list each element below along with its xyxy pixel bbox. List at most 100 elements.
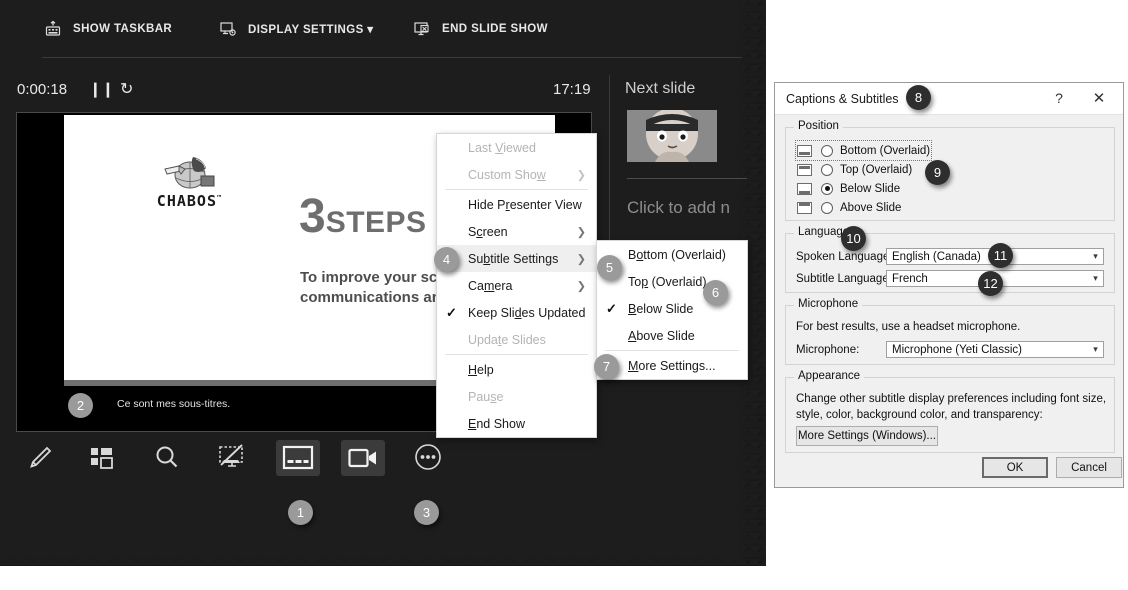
checkmark-icon: ✓ xyxy=(606,300,617,316)
position-top-overlaid-label: Top (Overlaid) xyxy=(840,163,913,176)
position-bottom-overlaid-radio[interactable] xyxy=(821,144,833,157)
menu-item-above-slide[interactable]: Above Slide xyxy=(597,322,747,349)
slide-title-number: 3 xyxy=(299,190,326,243)
position-bottom-overlaid-icon xyxy=(797,144,812,157)
more-settings-windows-label: More Settings (Windows)... xyxy=(797,430,937,442)
microphone-value: Microphone (Yeti Classic) xyxy=(892,343,1022,356)
presenter-context-menu: Last Viewed Custom Show ❯ Hide Presenter Vi… xyxy=(436,133,597,438)
restart-timer-button[interactable]: ↻ xyxy=(120,79,133,99)
slide-title-word: STEPS xyxy=(325,206,427,239)
menu-item-subtitle-settings[interactable]: Subtitle Settings ❯ xyxy=(437,245,596,272)
menu-item-label: End Show xyxy=(468,416,525,431)
menu-separator xyxy=(445,354,588,355)
menu-item-end-show[interactable]: End Show xyxy=(437,410,596,437)
next-slide-thumbnail[interactable] xyxy=(627,110,717,162)
position-bottom-overlaid-label: Bottom (Overlaid) xyxy=(840,144,931,157)
position-above-slide-icon xyxy=(797,201,812,214)
ok-button[interactable]: OK xyxy=(982,457,1048,478)
display-settings-label: DISPLAY SETTINGS ▾ xyxy=(248,24,374,36)
subtitles-icon[interactable] xyxy=(276,440,320,476)
subtitle-language-label: Subtitle Language: xyxy=(796,273,892,285)
display-settings-button[interactable]: DISPLAY SETTINGS ▾ xyxy=(218,19,373,39)
position-group: Position Bottom (Overlaid) Top (Overlaid… xyxy=(785,120,1115,221)
menu-item-camera[interactable]: Camera ❯ xyxy=(437,272,596,299)
position-above-slide-radio[interactable] xyxy=(821,201,833,214)
notes-divider-rule xyxy=(627,178,747,179)
menu-item-label: Screen xyxy=(468,224,508,239)
zoom-icon[interactable] xyxy=(145,440,189,476)
annotation-badge-1: 1 xyxy=(288,500,313,525)
menu-item-screen[interactable]: Screen ❯ xyxy=(437,218,596,245)
chevron-right-icon: ❯ xyxy=(576,280,586,292)
spoken-language-value: English (Canada) xyxy=(892,250,981,263)
position-option-bottom-overlaid[interactable]: Bottom (Overlaid) xyxy=(794,140,933,161)
appearance-description: Change other subtitle display preference… xyxy=(796,393,1107,421)
annotation-badge-8: 8 xyxy=(906,85,931,110)
menu-item-update-slides: Update Slides xyxy=(437,326,596,353)
chevron-down-icon[interactable]: ▾ xyxy=(1088,342,1103,357)
annotation-badge-5: 5 xyxy=(597,255,622,280)
annotation-badge-4: 4 xyxy=(434,247,459,272)
chabos-logo-mark xyxy=(160,153,218,191)
pause-timer-button[interactable]: ❙❙ xyxy=(89,80,114,98)
menu-item-label: Last Viewed xyxy=(468,140,536,155)
microphone-group-label: Microphone xyxy=(794,298,863,310)
menu-item-label: Top (Overlaid) xyxy=(628,274,707,289)
camera-icon[interactable] xyxy=(341,440,385,476)
menu-separator xyxy=(445,189,588,190)
menu-item-label: Above Slide xyxy=(628,328,695,343)
menu-item-label: Help xyxy=(468,362,494,377)
cancel-button[interactable]: Cancel xyxy=(1056,457,1122,478)
dialog-title: Captions & Subtitles xyxy=(786,92,899,106)
show-taskbar-button[interactable]: SHOW TASKBAR xyxy=(43,19,172,39)
presenter-bottom-toolbar xyxy=(0,440,742,500)
menu-item-hide-presenter-view[interactable]: Hide Presenter View xyxy=(437,191,596,218)
chevron-down-icon[interactable]: ▾ xyxy=(1088,249,1103,264)
live-caption-text: Ce sont mes sous-titres. xyxy=(117,398,231,410)
annotation-badge-7: 7 xyxy=(594,354,619,379)
clock-time: 17:19 xyxy=(553,81,591,98)
black-screen-icon[interactable] xyxy=(210,440,254,476)
annotation-badge-2: 2 xyxy=(68,393,93,418)
menu-item-more-settings[interactable]: More Settings... xyxy=(597,352,747,379)
menu-item-help[interactable]: Help xyxy=(437,356,596,383)
toolbar-divider xyxy=(42,57,742,58)
show-taskbar-label: SHOW TASKBAR xyxy=(73,23,173,35)
next-slide-label: Next slide xyxy=(625,80,696,97)
help-icon[interactable]: ? xyxy=(1049,90,1069,106)
chevron-down-icon[interactable]: ▾ xyxy=(1088,271,1103,286)
position-top-overlaid-radio[interactable] xyxy=(821,163,833,176)
microphone-select[interactable]: Microphone (Yeti Classic) ▾ xyxy=(886,341,1104,358)
annotation-badge-11: 11 xyxy=(988,243,1013,268)
pen-icon[interactable] xyxy=(17,440,61,476)
position-below-slide-label: Below Slide xyxy=(840,182,901,195)
more-options-icon[interactable] xyxy=(406,440,450,476)
chevron-right-icon: ❯ xyxy=(576,226,586,238)
position-below-slide-radio[interactable] xyxy=(821,182,833,195)
more-settings-windows-button[interactable]: More Settings (Windows)... xyxy=(796,426,938,446)
annotation-badge-9: 9 xyxy=(925,160,950,185)
chevron-right-icon: ❯ xyxy=(576,253,586,265)
dialog-title-bar: Captions & Subtitles ? ✕ xyxy=(775,83,1123,115)
end-slide-show-button[interactable]: END SLIDE SHOW xyxy=(412,19,548,39)
position-option-above-slide[interactable]: Above Slide xyxy=(797,199,901,216)
menu-item-label: Keep Slides Updated xyxy=(468,305,586,320)
microphone-group: Microphone For best results, use a heads… xyxy=(785,298,1115,365)
menu-item-label: Subtitle Settings xyxy=(468,251,559,266)
position-option-below-slide[interactable]: Below Slide xyxy=(797,180,900,197)
position-option-top-overlaid[interactable]: Top (Overlaid) xyxy=(797,161,912,178)
close-icon[interactable]: ✕ xyxy=(1089,89,1109,107)
subtitle-language-value: French xyxy=(892,272,928,285)
notes-placeholder[interactable]: Click to add n xyxy=(627,198,730,218)
display-settings-icon xyxy=(218,19,238,39)
ok-label: OK xyxy=(1006,461,1024,474)
menu-separator xyxy=(605,350,739,351)
annotation-badge-3: 3 xyxy=(414,500,439,525)
appearance-group: Appearance Change other subtitle display… xyxy=(785,370,1115,453)
menu-item-label: Pause xyxy=(468,389,504,404)
elapsed-time: 0:00:18 xyxy=(17,81,68,98)
menu-item-keep-slides-updated[interactable]: ✓ Keep Slides Updated xyxy=(437,299,596,326)
annotation-badge-10: 10 xyxy=(841,226,866,251)
all-slides-icon[interactable] xyxy=(80,440,124,476)
annotation-badge-6: 6 xyxy=(703,280,728,305)
